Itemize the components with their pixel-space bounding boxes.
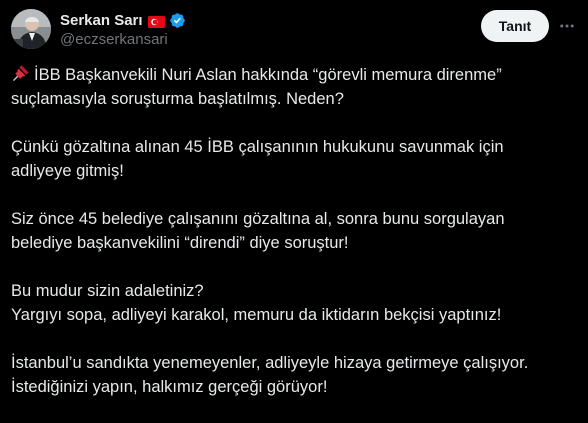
tweet-paragraph: İstanbul’u sandıkta yenemeyenler, adliye… [11, 351, 581, 399]
tweet-line: Yargıyı sopa, adliyeyi karakol, memuru d… [11, 306, 502, 324]
tweet-line: Çünkü gözaltına alınan 45 İBB çalışanını… [11, 138, 504, 156]
follow-button[interactable]: Tanıt [481, 10, 549, 42]
tweet-line: belediye başkanvekilini “direndi” diye s… [11, 234, 349, 252]
author-name-row: Serkan Sarı [60, 11, 186, 30]
tweet-line-text: İBB Başkanvekili Nuri Aslan hakkında “gö… [34, 66, 502, 84]
author-handle[interactable]: @eczserkansari [60, 31, 168, 48]
tweet-text: İBB Başkanvekili Nuri Aslan hakkında “gö… [11, 63, 581, 423]
tweet-line: İstanbul’u sandıkta yenemeyenler, adliye… [11, 354, 529, 372]
author-avatar[interactable] [11, 9, 51, 49]
tweet-paragraph: İBB Başkanvekili Nuri Aslan hakkında “gö… [11, 63, 581, 111]
tweet-line: Bu mudur sizin adaletiniz? [11, 282, 204, 300]
tweet-paragraph: Siz önce 45 belediye çalışanını gözaltın… [11, 207, 581, 255]
tweet-line: adliyeye gitmiş! [11, 162, 124, 180]
tweet-line: İstediğinizi yapın, halkımız gerçeği gör… [11, 378, 328, 396]
verified-badge-icon[interactable] [169, 12, 186, 29]
tweet-line: Siz önce 45 belediye çalışanını gözaltın… [11, 210, 505, 228]
more-options-icon[interactable] [556, 14, 578, 38]
tweet-line: suçlamasıyla soruşturma başlatılmış. Ned… [11, 90, 344, 108]
tweet-paragraph: Çünkü gözaltına alınan 45 İBB çalışanını… [11, 135, 581, 183]
turkish-flag-icon [147, 15, 165, 28]
pushpin-icon [11, 64, 30, 83]
tweet-paragraph: Bu mudur sizin adaletiniz? Yargıyı sopa,… [11, 279, 581, 327]
author-display-name[interactable]: Serkan Sarı [60, 12, 143, 29]
tweet-card: Serkan Sarı @eczserkansari Tanıt İBB Baş… [0, 0, 588, 410]
tweet-line: İBB Başkanvekili Nuri Aslan hakkında “gö… [11, 63, 581, 87]
